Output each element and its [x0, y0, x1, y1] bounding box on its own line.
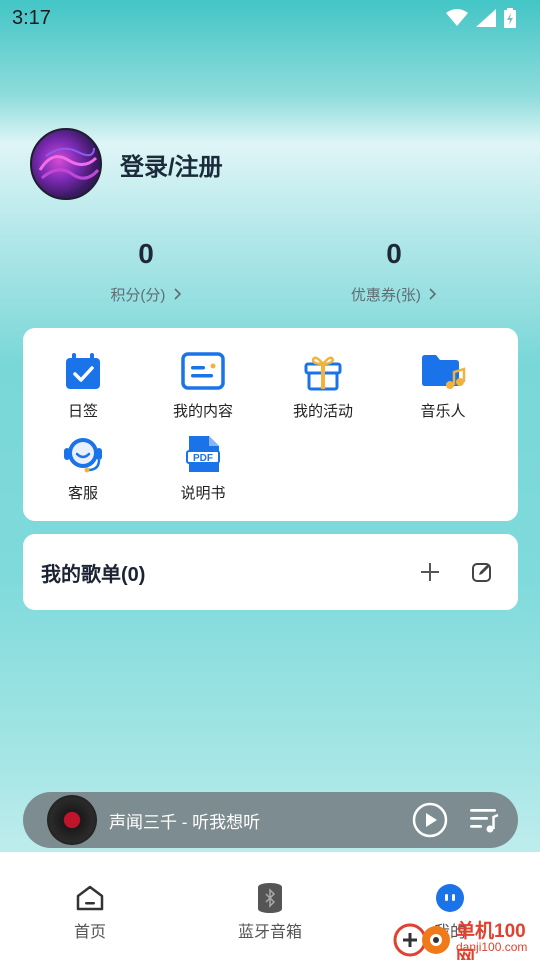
chevron-right-icon — [429, 288, 437, 300]
points-stat[interactable]: 0 积分(分) — [56, 238, 236, 305]
album-cover[interactable] — [47, 795, 97, 845]
music-folder-icon — [383, 352, 503, 392]
points-label: 积分(分) — [56, 284, 236, 305]
watermark-url: danji100.com — [456, 940, 528, 954]
content-card-icon — [143, 352, 263, 392]
profile-face-icon — [360, 882, 540, 914]
grid-item-daily-sign[interactable]: 日签 — [23, 352, 143, 421]
coupons-label: 优惠券(张) — [304, 284, 484, 305]
wifi-icon — [446, 9, 468, 26]
now-playing-title: 声闻三千 - 听我想听 — [109, 812, 261, 832]
playlist-queue-button[interactable] — [464, 800, 504, 840]
plus-icon — [421, 563, 439, 581]
pdf-icon: PDF — [143, 434, 263, 474]
grid-label: 我的内容 — [172, 403, 233, 420]
svg-text:PDF: PDF — [193, 453, 213, 464]
grid-item-manual[interactable]: PDF 说明书 — [143, 434, 263, 503]
home-icon — [0, 882, 180, 914]
status-time: 3:17 — [12, 6, 51, 29]
profile-header[interactable]: 登录/注册 — [30, 128, 223, 200]
battery-icon — [504, 8, 516, 28]
playlist-title: 我的歌单(0) — [41, 563, 146, 586]
queue-icon — [470, 809, 499, 833]
edit-playlist-button[interactable] — [464, 554, 500, 590]
grid-label: 说明书 — [180, 485, 226, 502]
grid-label: 客服 — [67, 485, 98, 502]
status-bar: 3:17 — [0, 0, 540, 36]
mini-player[interactable]: 声闻三千 - 听我想听 — [23, 792, 518, 848]
status-icons — [446, 8, 516, 28]
grid-label: 日签 — [67, 403, 98, 420]
grid-item-my-activity[interactable]: 我的活动 — [263, 352, 383, 421]
edit-icon — [472, 563, 491, 582]
speaker-icon — [180, 882, 360, 914]
chevron-right-icon — [174, 288, 181, 300]
tab-home[interactable]: 首页 — [0, 882, 180, 942]
calendar-check-icon — [23, 352, 143, 392]
grid-item-my-content[interactable]: 我的内容 — [143, 352, 263, 421]
tab-bluetooth-speaker[interactable]: 蓝牙音箱 — [180, 882, 360, 942]
headset-icon — [23, 434, 143, 474]
my-playlist-card[interactable]: 我的歌单(0) — [23, 534, 518, 610]
avatar[interactable] — [30, 128, 102, 200]
coupons-stat[interactable]: 0 优惠券(张) — [304, 238, 484, 305]
grid-item-musician[interactable]: 音乐人 — [383, 352, 503, 421]
gift-icon — [263, 352, 383, 392]
grid-item-customer-service[interactable]: 客服 — [23, 434, 143, 503]
tab-label: 首页 — [73, 924, 106, 941]
add-playlist-button[interactable] — [412, 554, 448, 590]
grid-label: 我的活动 — [292, 403, 353, 420]
feature-grid-card: 日签 我的内容 我的活动 音乐人 客服 PDF 说明书 — [23, 328, 518, 521]
play-icon — [412, 802, 448, 838]
tab-label: 蓝牙音箱 — [237, 924, 302, 941]
play-button[interactable] — [410, 800, 450, 840]
coupons-value: 0 — [386, 238, 402, 269]
login-register-link[interactable]: 登录/注册 — [120, 147, 223, 182]
points-value: 0 — [138, 238, 154, 269]
signal-icon — [476, 9, 496, 27]
site-watermark: 单机100网 danji100.com — [390, 912, 540, 960]
grid-label: 音乐人 — [420, 403, 466, 420]
watermark-logo-icon — [393, 923, 450, 957]
